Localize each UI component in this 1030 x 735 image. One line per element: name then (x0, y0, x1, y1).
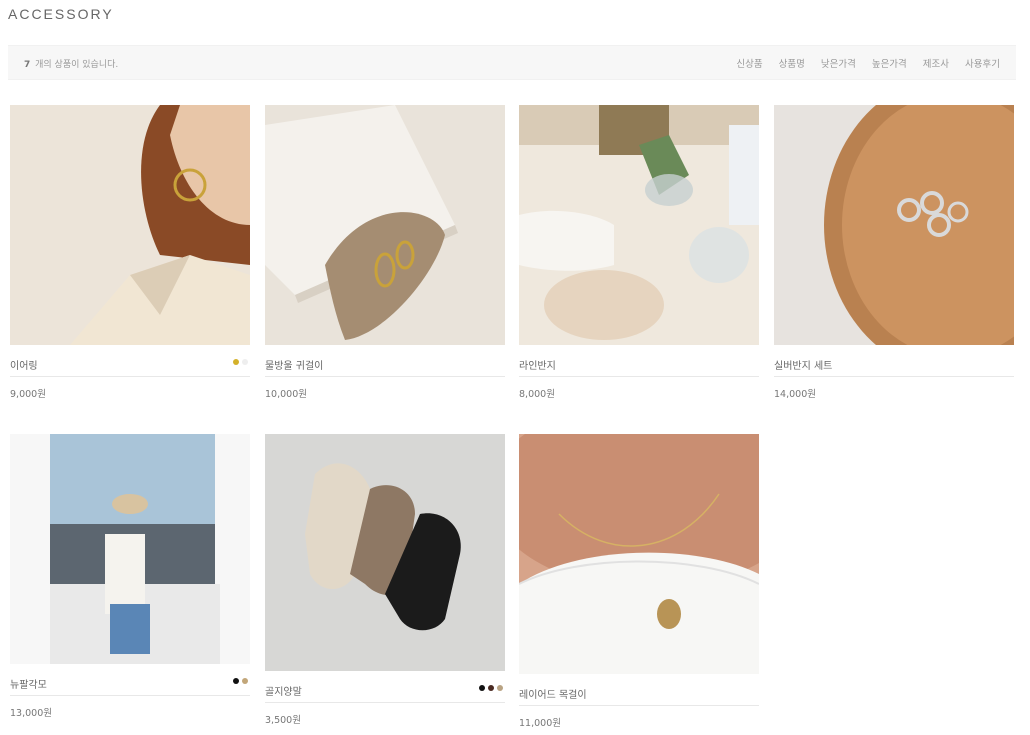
sort-new[interactable]: 신상품 (736, 56, 762, 70)
sort-options: 신상품 상품명 낮은가격 높은가격 제조사 사용후기 (736, 56, 1000, 70)
product-price: 3,500원 (265, 715, 301, 726)
color-swatch (242, 678, 248, 684)
product-count: 7 개의 상품이 있습니다. (24, 57, 118, 70)
color-swatches (479, 685, 503, 691)
product-card[interactable]: 이어링 9,000원 (10, 105, 250, 400)
sort-name[interactable]: 상품명 (779, 56, 805, 70)
product-name[interactable]: 실버반지 세트 (774, 357, 832, 372)
product-info: 실버반지 세트 (774, 345, 1014, 377)
product-card[interactable]: 실버반지 세트 14,000원 (774, 105, 1014, 400)
product-image-silver-ring-set[interactable] (774, 105, 1014, 345)
product-card[interactable]: 뉴팔각모 13,000원 (10, 434, 250, 719)
product-name[interactable]: 이어링 (10, 357, 38, 372)
product-info: 뉴팔각모 (10, 664, 250, 696)
color-swatches (233, 359, 248, 365)
product-name[interactable]: 라인반지 (519, 357, 556, 372)
product-info: 골지양말 (265, 671, 505, 703)
product-count-text: 개의 상품이 있습니다. (35, 60, 119, 70)
product-name[interactable]: 뉴팔각모 (10, 676, 47, 691)
product-image-octagon-hat[interactable] (10, 434, 250, 664)
color-swatch (488, 685, 494, 691)
product-price: 8,000원 (519, 389, 555, 400)
product-info: 라인반지 (519, 345, 759, 377)
product-card[interactable]: 레이어드 목걸이 11,000원 (519, 434, 759, 729)
sort-reviews[interactable]: 사용후기 (965, 56, 1000, 70)
product-image-layered-necklace[interactable] (519, 434, 759, 674)
color-swatch (242, 359, 248, 365)
product-info: 물방울 귀걸이 (265, 345, 505, 377)
sort-high-price[interactable]: 높은가격 (872, 56, 907, 70)
color-swatch (233, 678, 239, 684)
product-name[interactable]: 골지양말 (265, 683, 302, 698)
product-image-drop-earring[interactable] (265, 105, 505, 345)
product-price: 10,000원 (265, 389, 307, 400)
sort-maker[interactable]: 제조사 (923, 56, 949, 70)
product-card[interactable]: 라인반지 8,000원 (519, 105, 759, 400)
product-image-earring[interactable] (10, 105, 250, 345)
product-card[interactable]: 물방울 귀걸이 10,000원 (265, 105, 505, 400)
product-price: 11,000원 (519, 718, 561, 729)
product-info: 이어링 (10, 345, 250, 377)
sort-low-price[interactable]: 낮은가격 (821, 56, 856, 70)
product-price: 9,000원 (10, 389, 46, 400)
product-price: 13,000원 (10, 708, 52, 719)
color-swatch (233, 359, 239, 365)
product-image-line-ring[interactable] (519, 105, 759, 345)
product-price: 14,000원 (774, 389, 816, 400)
product-toolbar: 7 개의 상품이 있습니다. 신상품 상품명 낮은가격 높은가격 제조사 사용후… (8, 45, 1016, 80)
product-name[interactable]: 레이어드 목걸이 (519, 686, 587, 701)
product-image-ribbed-socks[interactable] (265, 434, 505, 671)
product-card[interactable]: 골지양말 3,500원 (265, 434, 505, 726)
product-name[interactable]: 물방울 귀걸이 (265, 357, 323, 372)
product-count-number: 7 (24, 60, 31, 70)
product-info: 레이어드 목걸이 (519, 674, 759, 706)
color-swatches (233, 678, 248, 684)
color-swatch (497, 685, 503, 691)
color-swatch (479, 685, 485, 691)
page-title: ACCESSORY (8, 6, 114, 22)
